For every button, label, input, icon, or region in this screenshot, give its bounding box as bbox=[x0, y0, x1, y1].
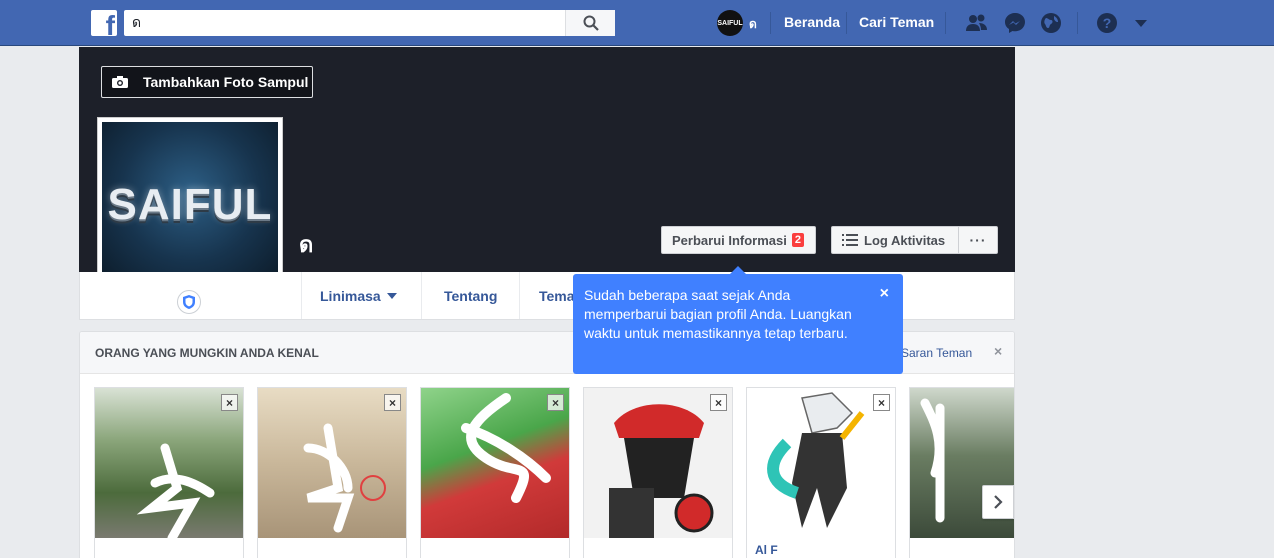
profile-name[interactable]: ด bbox=[299, 227, 313, 262]
tab-divider bbox=[519, 272, 520, 319]
facebook-logo-icon[interactable]: f bbox=[91, 10, 117, 36]
help-icon[interactable]: ? bbox=[1095, 11, 1119, 35]
tab-divider bbox=[421, 272, 422, 319]
chevron-right-icon bbox=[994, 495, 1003, 509]
camera-icon bbox=[111, 75, 129, 89]
dismiss-suggestion-icon[interactable]: × bbox=[221, 394, 238, 411]
account-menu-chevron-icon[interactable] bbox=[1129, 11, 1153, 35]
suggestion-card[interactable]: × Al F bbox=[746, 387, 896, 558]
search-input[interactable] bbox=[124, 10, 564, 36]
activity-log-button[interactable]: Log Aktivitas bbox=[831, 226, 958, 254]
nav-divider bbox=[770, 12, 771, 34]
search-button[interactable] bbox=[565, 10, 615, 36]
more-options-button[interactable]: ··· bbox=[958, 226, 998, 254]
pymk-close-icon[interactable]: × bbox=[994, 343, 1002, 359]
dismiss-suggestion-icon[interactable]: × bbox=[710, 394, 727, 411]
search-box bbox=[124, 10, 615, 36]
suggestion-card[interactable]: × bbox=[420, 387, 570, 558]
nav-home-link[interactable]: Beranda bbox=[784, 14, 840, 30]
suggestion-card[interactable] bbox=[909, 387, 1014, 558]
friend-requests-icon[interactable] bbox=[965, 11, 989, 35]
add-cover-photo-button[interactable]: Tambahkan Foto Sampul bbox=[101, 66, 313, 98]
update-info-badge: 2 bbox=[791, 233, 804, 247]
tab-timeline[interactable]: Linimasa bbox=[320, 272, 397, 319]
suggestion-card[interactable]: × bbox=[583, 387, 733, 558]
profile-update-tooltip: Sudah beberapa saat sejak Anda memperbar… bbox=[573, 274, 903, 374]
profile-guard-shield-icon bbox=[177, 290, 201, 314]
friend-suggestions-link[interactable]: Saran Teman bbox=[901, 346, 972, 360]
cover-photo-area: Tambahkan Foto Sampul SAIFUL ด Perbarui … bbox=[79, 47, 1015, 301]
tooltip-arrow bbox=[730, 266, 746, 274]
tooltip-text: Sudah beberapa saat sejak Anda memperbar… bbox=[584, 287, 852, 341]
profile-logo-text: SAIFUL bbox=[107, 180, 273, 229]
dismiss-suggestion-icon[interactable]: × bbox=[384, 394, 401, 411]
tooltip-close-icon[interactable]: × bbox=[880, 284, 889, 303]
top-navigation-bar: f SAIFUL ด Beranda Cari Teman ? bbox=[0, 0, 1274, 46]
dismiss-suggestion-icon[interactable]: × bbox=[873, 394, 890, 411]
search-icon bbox=[583, 15, 599, 31]
caret-down-icon bbox=[386, 292, 397, 299]
tab-divider bbox=[301, 272, 302, 319]
nav-divider bbox=[846, 12, 847, 34]
dismiss-suggestion-icon[interactable]: × bbox=[547, 394, 564, 411]
next-suggestions-button[interactable] bbox=[982, 485, 1014, 519]
nav-divider bbox=[1077, 12, 1078, 34]
tab-about[interactable]: Tentang bbox=[444, 272, 497, 319]
messenger-icon[interactable] bbox=[1003, 11, 1027, 35]
tab-friends[interactable]: Tema bbox=[539, 272, 575, 319]
suggestion-card[interactable]: × bbox=[94, 387, 244, 558]
suggestion-name[interactable]: Al F bbox=[755, 543, 778, 557]
svg-text:?: ? bbox=[1103, 15, 1112, 31]
pymk-title: ORANG YANG MUNGKIN ANDA KENAL bbox=[95, 346, 319, 360]
user-name-link[interactable]: ด bbox=[749, 15, 757, 34]
nav-divider bbox=[945, 12, 946, 34]
user-avatar[interactable]: SAIFUL bbox=[717, 10, 743, 36]
notifications-globe-icon[interactable] bbox=[1039, 11, 1063, 35]
nav-find-friends-link[interactable]: Cari Teman bbox=[859, 14, 934, 30]
update-info-button[interactable]: Perbarui Informasi 2 bbox=[661, 226, 816, 254]
list-icon bbox=[842, 234, 858, 246]
suggestion-card[interactable]: × bbox=[257, 387, 407, 558]
